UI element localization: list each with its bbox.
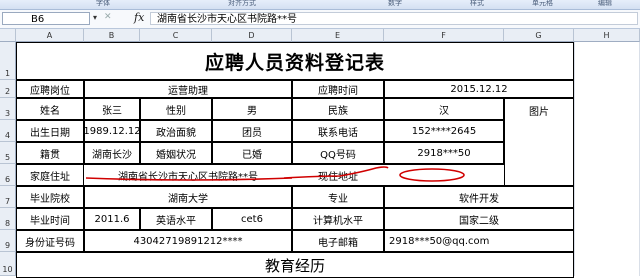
scribble-underline-home-address: [85, 177, 293, 181]
red-scribble-annotation: [85, 166, 465, 182]
scribble-line-current-address: [283, 166, 389, 179]
scribble-oval-current-address: [399, 168, 465, 182]
